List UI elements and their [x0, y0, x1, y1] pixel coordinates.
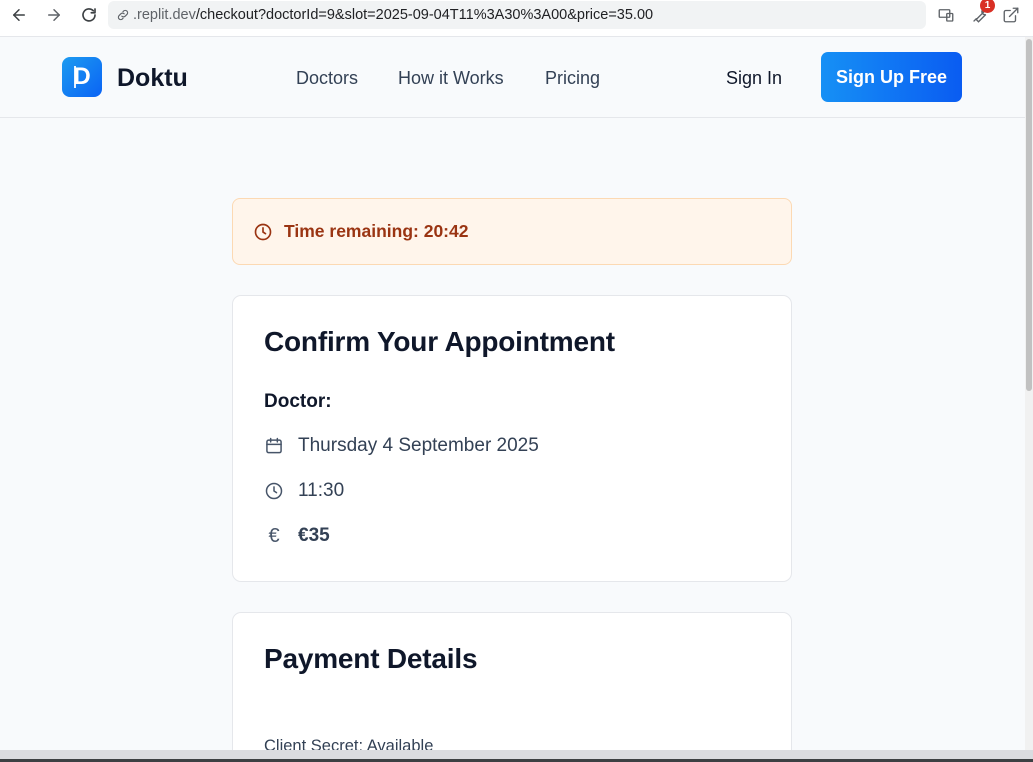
reload-button[interactable]	[74, 0, 104, 30]
sign-up-button[interactable]: Sign Up Free	[821, 52, 962, 102]
nav-doctors[interactable]: Doctors	[296, 68, 358, 89]
browser-toolbar: .replit.dev/checkout?doctorId=9&slot=202…	[0, 0, 1033, 37]
payment-title: Payment Details	[264, 643, 478, 674]
time-remaining-text: Time remaining: 20:42	[284, 221, 469, 241]
appointment-time: 11:30	[298, 480, 345, 501]
date-row: Thursday 4 September 2025	[263, 435, 539, 457]
payment-details-card: Payment Details Client Secret: Available	[232, 612, 792, 762]
back-button[interactable]	[4, 0, 34, 30]
scrollbar-thumb[interactable]	[1026, 39, 1032, 391]
time-remaining-banner: Time remaining: 20:42	[232, 198, 792, 265]
logo-icon[interactable]: D	[62, 57, 102, 97]
logo-letter: D	[73, 63, 91, 90]
arrow-left-icon	[13, 9, 25, 21]
site-header: D Doktu Doctors How it Works Pricing Sig…	[0, 37, 1033, 118]
bottom-scroll-area	[0, 750, 1033, 762]
time-row: 11:30	[263, 480, 344, 502]
sign-in-button[interactable]: Sign In	[726, 68, 782, 89]
url-path: /checkout?doctorId=9&slot=2025-09-04T11%…	[195, 7, 654, 23]
appointment-date: Thursday 4 September 2025	[298, 435, 539, 456]
doctor-label: Doctor:	[264, 391, 332, 412]
brand-name[interactable]: Doktu	[117, 64, 188, 93]
cast-button[interactable]	[932, 2, 960, 28]
open-in-new-button[interactable]	[997, 2, 1025, 28]
address-bar[interactable]: .replit.dev/checkout?doctorId=9&slot=202…	[108, 1, 926, 29]
nav-pricing[interactable]: Pricing	[545, 68, 600, 89]
extension-badge: 1	[980, 0, 995, 13]
price-row: € €35	[263, 524, 330, 547]
clock-icon	[263, 480, 285, 502]
euro-icon: €	[268, 524, 280, 547]
confirm-title: Confirm Your Appointment	[264, 326, 615, 357]
extensions-button[interactable]: 1	[966, 0, 995, 28]
calendar-icon	[263, 435, 285, 457]
appointment-summary-card: Confirm Your Appointment Doctor: Thursda…	[232, 295, 792, 582]
clock-icon	[254, 223, 272, 240]
page-scrollbar[interactable]	[1025, 37, 1033, 750]
link-icon	[117, 9, 129, 21]
url-host: .replit.dev	[133, 7, 196, 23]
appointment-price: €35	[298, 525, 330, 546]
reload-icon	[82, 8, 96, 22]
nav-how-it-works[interactable]: How it Works	[398, 68, 504, 89]
forward-button[interactable]	[39, 0, 69, 30]
devices-icon	[938, 9, 954, 22]
external-link-icon	[1003, 7, 1019, 23]
arrow-right-icon	[48, 9, 60, 21]
